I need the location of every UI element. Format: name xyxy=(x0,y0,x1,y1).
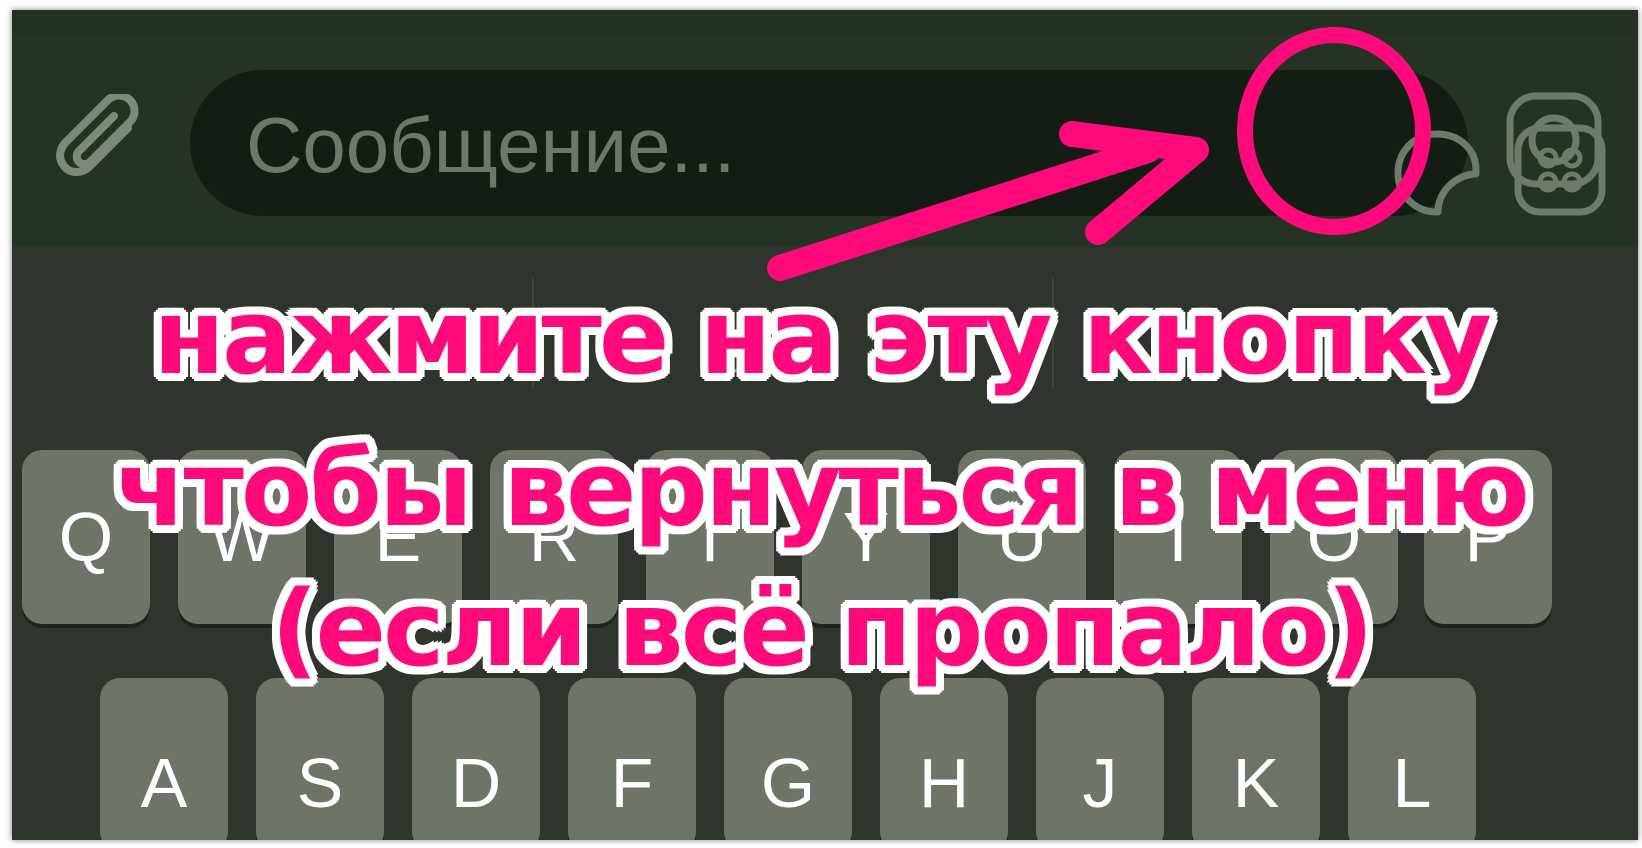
key-w[interactable]: W xyxy=(178,450,306,624)
key-k[interactable]: K xyxy=(1192,678,1320,840)
paperclip-icon[interactable] xyxy=(50,91,160,204)
key-h[interactable]: H xyxy=(880,678,1008,840)
message-placeholder: Сообщение... xyxy=(246,101,736,189)
key-t[interactable]: T xyxy=(646,450,774,624)
message-input-bar: Сообщение... xyxy=(12,34,1638,246)
key-j[interactable]: J xyxy=(1036,678,1164,840)
key-a[interactable]: A xyxy=(100,678,228,840)
key-o[interactable]: O xyxy=(1270,450,1398,624)
key-q[interactable]: Q xyxy=(22,450,150,624)
chat-background-strip xyxy=(12,10,1638,34)
sticker-icon[interactable] xyxy=(1392,128,1482,218)
key-p[interactable]: P xyxy=(1424,450,1552,624)
screenshot-frame: Сообщение... a Q W E R T Y U I O P A S D… xyxy=(12,10,1638,840)
key-e[interactable]: E xyxy=(334,450,462,624)
key-l[interactable]: L xyxy=(1348,678,1476,840)
key-y[interactable]: Y xyxy=(802,450,930,624)
key-r[interactable]: R xyxy=(490,450,618,624)
suggestion-divider xyxy=(1052,278,1054,390)
message-field[interactable]: Сообщение... xyxy=(190,70,1606,216)
key-g[interactable]: G xyxy=(724,678,852,840)
key-d[interactable]: D xyxy=(412,678,540,840)
key-s[interactable]: S xyxy=(256,678,384,840)
suggestion-word[interactable]: a xyxy=(722,320,753,385)
key-i[interactable]: I xyxy=(1114,450,1242,624)
key-u[interactable]: U xyxy=(958,450,1086,624)
key-f[interactable]: F xyxy=(568,678,696,840)
camera-icon[interactable] xyxy=(1502,88,1606,192)
suggestion-divider xyxy=(532,278,534,390)
